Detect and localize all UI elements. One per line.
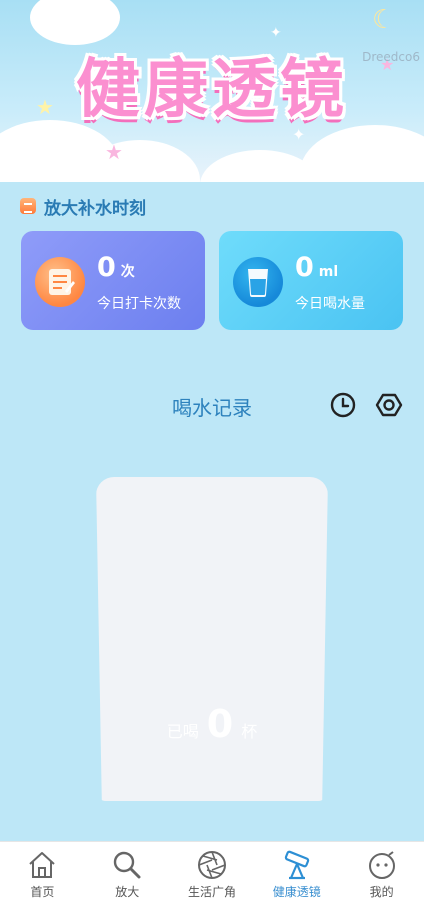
tab-health-lens[interactable]: 健康透镜 bbox=[254, 842, 339, 905]
face-icon bbox=[368, 851, 395, 879]
settings-button[interactable] bbox=[374, 390, 404, 420]
section-header: 放大补水时刻 bbox=[20, 194, 146, 219]
header-banner: ★ ★ ✦ ✦ ☾ ★ 健康透镜 Dreedco6 bbox=[0, 0, 424, 182]
calendar-icon bbox=[20, 198, 36, 214]
bottom-tab-bar: 首页 放大 生活广角 健康透镜 我的 bbox=[0, 841, 424, 905]
checkin-count-unit: 次 bbox=[120, 264, 135, 280]
checkin-count-label: 今日打卡次数 bbox=[97, 296, 181, 312]
banner-title: 健康透镜 bbox=[76, 53, 348, 127]
gear-icon bbox=[375, 393, 403, 417]
clock-icon bbox=[330, 392, 356, 418]
tab-life-wide-angle[interactable]: 生活广角 bbox=[170, 842, 255, 905]
cup-suffix: 杯 bbox=[241, 722, 258, 741]
water-amount-unit: ml bbox=[318, 264, 339, 280]
tab-life-label: 生活广角 bbox=[187, 885, 236, 899]
section-title: 放大补水时刻 bbox=[44, 198, 146, 219]
tab-health-label: 健康透镜 bbox=[272, 885, 321, 899]
water-glass-icon bbox=[233, 257, 283, 307]
tab-mine-label: 我的 bbox=[369, 885, 394, 899]
tab-magnify-label: 放大 bbox=[115, 885, 140, 899]
moon-icon: ☾ bbox=[372, 5, 396, 35]
tab-home-label: 首页 bbox=[30, 885, 55, 899]
telescope-icon bbox=[284, 850, 309, 880]
magnifier-icon bbox=[113, 851, 141, 879]
drink-record-title: 喝水记录 bbox=[172, 396, 252, 420]
star-icon: ★ bbox=[105, 140, 123, 164]
home-icon bbox=[29, 852, 56, 878]
checkin-count-card[interactable]: 0 次 今日打卡次数 bbox=[21, 231, 205, 330]
water-cup[interactable] bbox=[96, 477, 328, 801]
history-button[interactable] bbox=[328, 390, 358, 420]
checkin-count-value: 0 bbox=[97, 252, 116, 283]
water-amount-value: 0 bbox=[295, 252, 314, 283]
water-amount-card[interactable]: 0 ml 今日喝水量 bbox=[219, 231, 403, 330]
tab-magnify[interactable]: 放大 bbox=[85, 842, 170, 905]
notepad-icon bbox=[35, 257, 85, 307]
cup-count: 已喝 0 杯 bbox=[96, 702, 328, 746]
aperture-icon bbox=[197, 851, 226, 879]
banner-watermark: Dreedco6 bbox=[362, 50, 420, 64]
cup-count-value: 0 bbox=[206, 702, 234, 746]
water-amount-label: 今日喝水量 bbox=[295, 296, 365, 312]
tab-mine[interactable]: 我的 bbox=[339, 842, 424, 905]
cup-prefix: 已喝 bbox=[166, 722, 199, 741]
tab-home[interactable]: 首页 bbox=[0, 842, 85, 905]
